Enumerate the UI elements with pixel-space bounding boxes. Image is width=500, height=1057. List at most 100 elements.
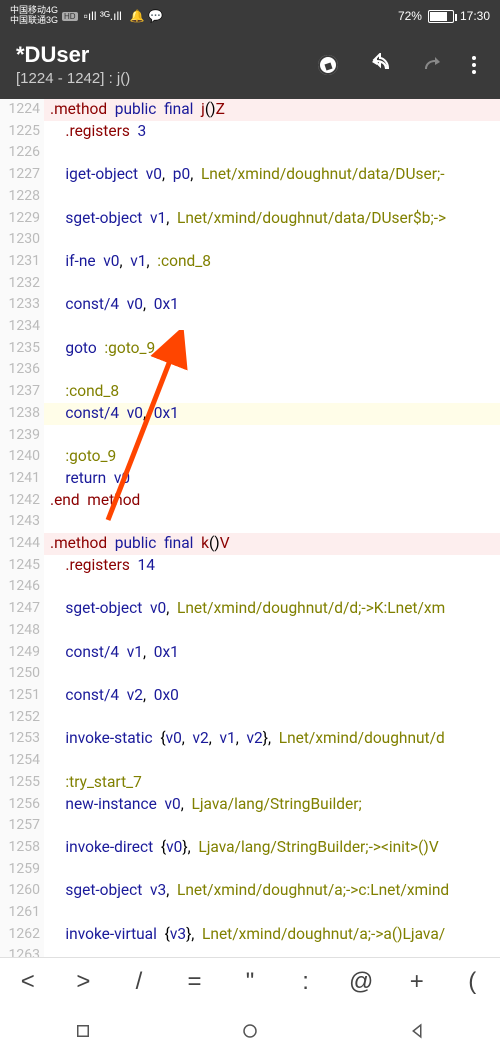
code-line[interactable]: 1240 :goto_9	[0, 446, 500, 468]
code-content[interactable]: new-instance v0, Ljava/lang/StringBuilde…	[44, 794, 500, 816]
code-content[interactable]: invoke-static {v0, v2, v1, v2}, Lnet/xmi…	[44, 728, 500, 750]
code-line[interactable]: 1257	[0, 815, 500, 837]
code-line[interactable]: 1247 sget-object v0, Lnet/xmind/doughnut…	[0, 598, 500, 620]
code-content[interactable]	[44, 663, 500, 685]
line-number: 1241	[0, 468, 44, 490]
code-content[interactable]: sget-object v1, Lnet/xmind/doughnut/data…	[44, 208, 500, 230]
code-line[interactable]: 1254	[0, 750, 500, 772]
code-content[interactable]: goto :goto_9	[44, 338, 500, 360]
code-content[interactable]: sget-object v3, Lnet/xmind/doughnut/a;->…	[44, 880, 500, 902]
code-content[interactable]: .end method	[44, 490, 500, 512]
code-line[interactable]: 1252	[0, 707, 500, 729]
code-line[interactable]: 1235 goto :goto_9	[0, 338, 500, 360]
code-content[interactable]	[44, 620, 500, 642]
code-line[interactable]: 1242.end method	[0, 490, 500, 512]
code-line[interactable]: 1232	[0, 273, 500, 295]
compass-icon[interactable]	[316, 53, 340, 77]
code-content[interactable]	[44, 186, 500, 208]
code-content[interactable]: return v0	[44, 468, 500, 490]
code-content[interactable]	[44, 316, 500, 338]
code-line[interactable]: 1244.method public final k()V	[0, 533, 500, 555]
code-content[interactable]: .method public final k()V	[44, 533, 500, 555]
code-line[interactable]: 1261	[0, 902, 500, 924]
code-content[interactable]: const/4 v0, 0x1	[44, 403, 500, 425]
code-line[interactable]: 1225 .registers 3	[0, 121, 500, 143]
code-content[interactable]: .method public final j()Z	[44, 99, 500, 121]
symbol-key[interactable]: /	[111, 968, 167, 996]
code-content[interactable]: invoke-virtual {v3}, Lnet/xmind/doughnut…	[44, 924, 500, 946]
code-content[interactable]	[44, 142, 500, 164]
line-number: 1260	[0, 880, 44, 902]
code-line[interactable]: 1250	[0, 663, 500, 685]
code-content[interactable]: :cond_8	[44, 381, 500, 403]
code-line[interactable]: 1246	[0, 576, 500, 598]
code-line[interactable]: 1236	[0, 359, 500, 381]
code-line[interactable]: 1258 invoke-direct {v0}, Ljava/lang/Stri…	[0, 837, 500, 859]
code-line[interactable]: 1251 const/4 v2, 0x0	[0, 685, 500, 707]
code-line[interactable]: 1226	[0, 142, 500, 164]
code-line[interactable]: 1241 return v0	[0, 468, 500, 490]
line-number: 1227	[0, 164, 44, 186]
symbol-key[interactable]: +	[389, 968, 445, 996]
code-content[interactable]: .registers 14	[44, 555, 500, 577]
code-line[interactable]: 1234	[0, 316, 500, 338]
code-line[interactable]: 1228	[0, 186, 500, 208]
code-line[interactable]: 1253 invoke-static {v0, v2, v1, v2}, Lne…	[0, 728, 500, 750]
code-line[interactable]: 1239	[0, 425, 500, 447]
code-content[interactable]: :goto_9	[44, 446, 500, 468]
code-content[interactable]: if-ne v0, v1, :cond_8	[44, 251, 500, 273]
code-content[interactable]: iget-object v0, p0, Lnet/xmind/doughnut/…	[44, 164, 500, 186]
symbol-key[interactable]: @	[333, 968, 389, 996]
code-line[interactable]: 1231 if-ne v0, v1, :cond_8	[0, 251, 500, 273]
code-content[interactable]	[44, 511, 500, 533]
symbol-key[interactable]: >	[56, 968, 112, 996]
code-content[interactable]: .registers 3	[44, 121, 500, 143]
code-content[interactable]	[44, 359, 500, 381]
symbol-bar: <>/=":@+(	[0, 957, 500, 1005]
code-line[interactable]: 1224.method public final j()Z	[0, 99, 500, 121]
code-line[interactable]: 1243	[0, 511, 500, 533]
code-content[interactable]: const/4 v0, 0x1	[44, 294, 500, 316]
code-content[interactable]: sget-object v0, Lnet/xmind/doughnut/d/d;…	[44, 598, 500, 620]
code-line[interactable]: 1229 sget-object v1, Lnet/xmind/doughnut…	[0, 208, 500, 230]
code-line[interactable]: 1256 new-instance v0, Ljava/lang/StringB…	[0, 794, 500, 816]
code-content[interactable]	[44, 229, 500, 251]
code-editor[interactable]: 1224.method public final j()Z1225 .regis…	[0, 99, 500, 959]
code-line[interactable]: 1262 invoke-virtual {v3}, Lnet/xmind/dou…	[0, 924, 500, 946]
code-content[interactable]	[44, 902, 500, 924]
nav-recent-icon[interactable]	[74, 1022, 92, 1040]
code-content[interactable]: invoke-direct {v0}, Ljava/lang/StringBui…	[44, 837, 500, 859]
line-number: 1229	[0, 208, 44, 230]
code-line[interactable]: 1230	[0, 229, 500, 251]
symbol-key[interactable]: =	[167, 968, 223, 996]
code-line[interactable]: 1259	[0, 859, 500, 881]
code-line[interactable]: 1237 :cond_8	[0, 381, 500, 403]
code-content[interactable]	[44, 815, 500, 837]
code-content[interactable]	[44, 273, 500, 295]
redo-icon[interactable]	[420, 53, 444, 77]
nav-home-icon[interactable]	[241, 1022, 259, 1040]
code-line[interactable]: 1233 const/4 v0, 0x1	[0, 294, 500, 316]
symbol-key[interactable]: <	[0, 968, 56, 996]
code-content[interactable]	[44, 707, 500, 729]
code-content[interactable]	[44, 750, 500, 772]
code-line[interactable]: 1249 const/4 v1, 0x1	[0, 642, 500, 664]
code-line[interactable]: 1255 :try_start_7	[0, 772, 500, 794]
undo-icon[interactable]	[368, 53, 392, 77]
menu-dots-icon[interactable]	[472, 56, 476, 74]
code-content[interactable]: const/4 v1, 0x1	[44, 642, 500, 664]
code-line[interactable]: 1227 iget-object v0, p0, Lnet/xmind/doug…	[0, 164, 500, 186]
code-line[interactable]: 1245 .registers 14	[0, 555, 500, 577]
code-content[interactable]	[44, 576, 500, 598]
code-content[interactable]	[44, 425, 500, 447]
code-content[interactable]	[44, 859, 500, 881]
nav-back-icon[interactable]	[408, 1022, 426, 1040]
symbol-key[interactable]: "	[222, 968, 278, 996]
code-line[interactable]: 1238 const/4 v0, 0x1	[0, 403, 500, 425]
symbol-key[interactable]: :	[278, 968, 334, 996]
code-content[interactable]: :try_start_7	[44, 772, 500, 794]
symbol-key[interactable]: (	[445, 968, 500, 996]
code-content[interactable]: const/4 v2, 0x0	[44, 685, 500, 707]
code-line[interactable]: 1248	[0, 620, 500, 642]
code-line[interactable]: 1260 sget-object v3, Lnet/xmind/doughnut…	[0, 880, 500, 902]
